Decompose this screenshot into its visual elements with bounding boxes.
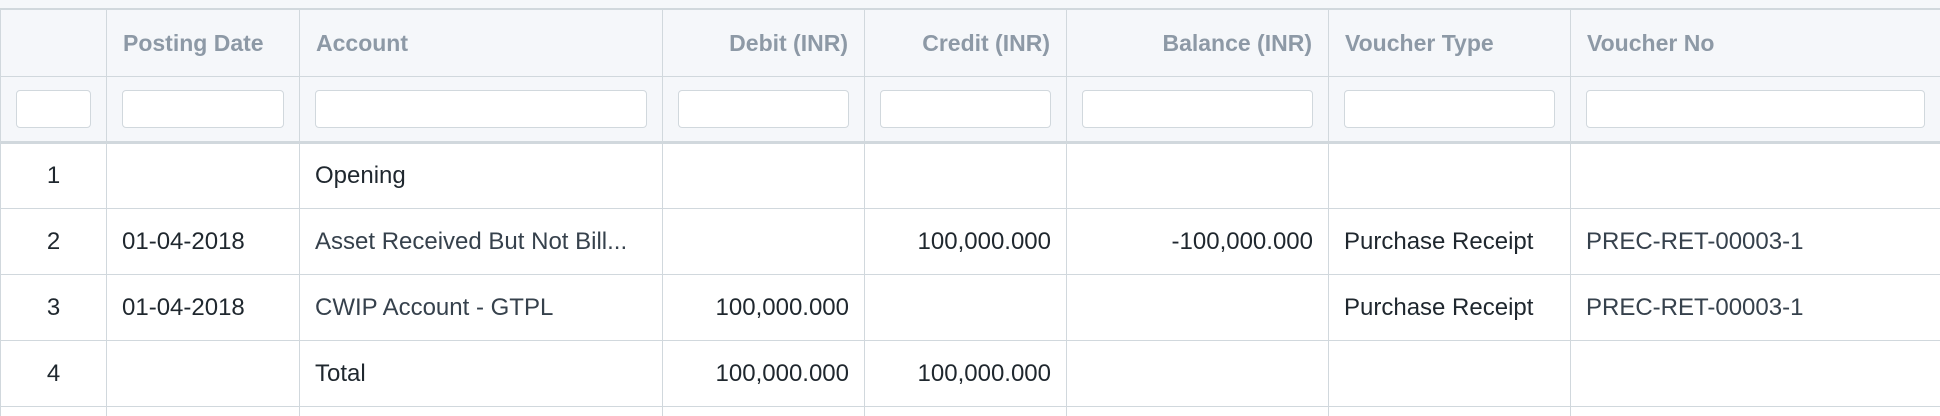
balance-cell[interactable]	[1066, 274, 1329, 341]
filter-input-posting-date[interactable]	[122, 90, 284, 128]
voucher-no-link-cell[interactable]: PREC-RET-00003-1	[1570, 208, 1940, 275]
voucher-no-cell[interactable]	[1570, 142, 1940, 209]
account-link-cell[interactable]: Asset Received But Not Bill...	[299, 208, 663, 275]
column-header-posting-date[interactable]: Posting Date	[106, 9, 300, 77]
voucher-type-cell[interactable]	[1328, 340, 1571, 407]
balance-cell[interactable]	[1066, 340, 1329, 407]
debit-cell[interactable]: 100,000.000	[662, 340, 865, 407]
filter-cell	[106, 76, 300, 144]
table-row: 4 Total 100,000.000 100,000.000	[0, 340, 1940, 407]
voucher-type-cell[interactable]: Purchase Receipt	[1328, 208, 1571, 275]
filter-row	[0, 76, 1940, 144]
table-row-partial	[0, 406, 1940, 416]
empty-cell	[1570, 406, 1940, 416]
row-number-cell[interactable]: 2	[0, 208, 107, 275]
table-row: 2 01-04-2018 Asset Received But Not Bill…	[0, 208, 1940, 275]
credit-cell[interactable]	[864, 142, 1067, 209]
empty-cell	[299, 406, 663, 416]
filter-cell	[0, 76, 107, 144]
filter-input-voucher-no[interactable]	[1586, 90, 1925, 128]
filter-input-debit[interactable]	[678, 90, 849, 128]
row-number-cell[interactable]: 3	[0, 274, 107, 341]
debit-cell[interactable]: 100,000.000	[662, 274, 865, 341]
account-cell[interactable]: Total	[299, 340, 663, 407]
table-row: 1 Opening	[0, 142, 1940, 209]
column-header-balance[interactable]: Balance (INR)	[1066, 9, 1329, 77]
column-header-account[interactable]: Account	[299, 9, 663, 77]
voucher-type-cell[interactable]: Purchase Receipt	[1328, 274, 1571, 341]
balance-cell[interactable]	[1066, 142, 1329, 209]
filter-cell	[1066, 76, 1329, 144]
credit-cell[interactable]: 100,000.000	[864, 340, 1067, 407]
row-number-cell[interactable]: 1	[0, 142, 107, 209]
empty-cell	[1066, 406, 1329, 416]
filter-cell	[1328, 76, 1571, 144]
posting-date-cell[interactable]: 01-04-2018	[106, 274, 300, 341]
voucher-no-link-cell[interactable]: PREC-RET-00003-1	[1570, 274, 1940, 341]
voucher-type-cell[interactable]	[1328, 142, 1571, 209]
empty-cell	[106, 406, 300, 416]
debit-cell[interactable]	[662, 208, 865, 275]
ledger-table: Posting Date Account Debit (INR) Credit …	[0, 9, 1940, 416]
filter-input-voucher-type[interactable]	[1344, 90, 1555, 128]
column-header-voucher-no[interactable]: Voucher No	[1570, 9, 1940, 77]
filter-input-credit[interactable]	[880, 90, 1051, 128]
row-number-cell[interactable]: 4	[0, 340, 107, 407]
posting-date-cell[interactable]	[106, 340, 300, 407]
filter-cell	[299, 76, 663, 144]
general-ledger-datatable: Posting Date Account Debit (INR) Credit …	[0, 0, 1940, 416]
empty-cell	[662, 406, 865, 416]
table-row: 3 01-04-2018 CWIP Account - GTPL 100,000…	[0, 274, 1940, 341]
filter-input-row-number[interactable]	[16, 90, 91, 128]
filter-cell	[1570, 76, 1940, 144]
column-header-voucher-type[interactable]: Voucher Type	[1328, 9, 1571, 77]
posting-date-cell[interactable]: 01-04-2018	[106, 208, 300, 275]
filter-cell	[864, 76, 1067, 144]
filter-input-balance[interactable]	[1082, 90, 1313, 128]
balance-cell[interactable]: -100,000.000	[1066, 208, 1329, 275]
column-header-debit[interactable]: Debit (INR)	[662, 9, 865, 77]
empty-cell	[0, 406, 107, 416]
account-cell[interactable]: Opening	[299, 142, 663, 209]
posting-date-cell[interactable]	[106, 142, 300, 209]
column-header-row-number	[0, 9, 107, 77]
table-top-strip	[0, 0, 1940, 9]
empty-cell	[1328, 406, 1571, 416]
voucher-no-cell[interactable]	[1570, 340, 1940, 407]
empty-cell	[864, 406, 1067, 416]
filter-input-account[interactable]	[315, 90, 647, 128]
credit-cell[interactable]: 100,000.000	[864, 208, 1067, 275]
filter-cell	[662, 76, 865, 144]
debit-cell[interactable]	[662, 142, 865, 209]
account-link-cell[interactable]: CWIP Account - GTPL	[299, 274, 663, 341]
credit-cell[interactable]	[864, 274, 1067, 341]
header-row: Posting Date Account Debit (INR) Credit …	[0, 9, 1940, 77]
column-header-credit[interactable]: Credit (INR)	[864, 9, 1067, 77]
